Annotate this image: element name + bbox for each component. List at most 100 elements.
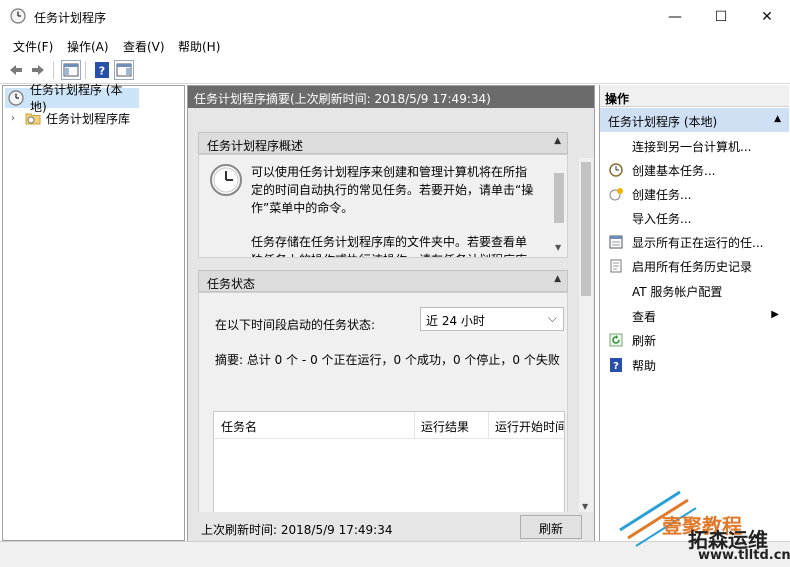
- refresh-button[interactable]: 刷新: [520, 515, 582, 539]
- menu-help[interactable]: 帮助(H): [178, 38, 220, 55]
- console-tree: 任务计划程序 (本地) › 任务计划程序库: [2, 83, 185, 541]
- menu-file[interactable]: 文件(F): [13, 38, 53, 55]
- overview-section-body: 可以使用任务计划程序来创建和管理计算机将在所指定的时间自动执行的常见任务。若要开…: [198, 154, 568, 258]
- status-period-label: 在以下时间段启动的任务状态:: [215, 318, 376, 332]
- actions-group-header[interactable]: 任务计划程序 (本地) ▲: [600, 108, 789, 132]
- clock-icon: [8, 90, 24, 106]
- status-period-value: 近 24 小时: [426, 314, 485, 328]
- summary-footer: 上次刷新时间: 2018/5/9 17:49:34 刷新: [188, 512, 594, 542]
- forward-button[interactable]: [28, 60, 48, 80]
- show-action-pane-button[interactable]: [114, 60, 134, 80]
- forward-arrow-icon: [32, 65, 44, 75]
- title-bar: 任务计划程序 — ☐ ✕: [0, 0, 790, 34]
- maximize-button[interactable]: ☐: [698, 0, 744, 33]
- action-label: 刷新: [632, 333, 657, 348]
- action-connect-computer[interactable]: 连接到另一台计算机...: [600, 134, 789, 158]
- running-tasks-icon: [608, 234, 624, 250]
- collapse-up-icon[interactable]: ▲: [774, 114, 781, 124]
- create-task-icon: [608, 186, 624, 202]
- action-view[interactable]: 查看 ▶: [600, 304, 789, 328]
- window-title: 任务计划程序: [34, 11, 107, 25]
- tree-item-root[interactable]: 任务计划程序 (本地): [5, 83, 139, 114]
- actions-group-label: 任务计划程序 (本地): [608, 115, 718, 129]
- maximize-icon: ☐: [714, 8, 728, 25]
- action-create-basic-task[interactable]: 创建基本任务...: [600, 158, 789, 182]
- help-toolbar-button[interactable]: ?: [92, 60, 112, 80]
- action-help[interactable]: ? 帮助: [600, 353, 789, 377]
- column-divider: [488, 412, 489, 438]
- action-import-task[interactable]: 导入任务...: [600, 206, 789, 230]
- summary-scroll-thumb[interactable]: [581, 162, 591, 296]
- minimize-button[interactable]: —: [652, 0, 698, 33]
- close-icon: ✕: [761, 8, 773, 25]
- task-status-table: 任务名 运行结果 运行开始时间: [213, 411, 565, 519]
- tree-item-library[interactable]: › 任务计划程序库: [5, 108, 130, 128]
- close-button[interactable]: ✕: [744, 0, 790, 33]
- action-create-task[interactable]: 创建任务...: [600, 182, 789, 206]
- action-label: 导入任务...: [632, 211, 692, 226]
- menu-view[interactable]: 查看(V): [123, 38, 165, 55]
- column-divider: [414, 412, 415, 438]
- console-tree-icon: [63, 63, 79, 77]
- overview-paragraph-2: 任务存储在任务计划程序库的文件夹中。若要查看单独任务上的操作或执行该操作，请在任…: [251, 235, 528, 257]
- summary-scrollbar[interactable]: ▼: [579, 158, 593, 516]
- overview-scrollbar[interactable]: ▼: [551, 155, 567, 257]
- watermark: 壹聚教程 拓森运维 www.tlltd.cn: [610, 490, 790, 567]
- back-arrow-icon: [10, 65, 22, 75]
- overview-section-title: 任务计划程序概述: [207, 139, 304, 153]
- overview-paragraph-1: 可以使用任务计划程序来创建和管理计算机将在所指定的时间自动执行的常见任务。若要开…: [251, 165, 534, 215]
- svg-text:?: ?: [613, 361, 619, 372]
- status-section-title: 任务状态: [207, 277, 256, 291]
- toolbar: ?: [0, 56, 790, 84]
- action-refresh[interactable]: 刷新: [600, 328, 789, 352]
- chevron-right-icon[interactable]: ›: [11, 113, 25, 124]
- folder-clock-icon: [25, 113, 41, 125]
- status-period-dropdown[interactable]: 近 24 小时 ⌵: [420, 307, 564, 331]
- last-refresh-text: 上次刷新时间: 2018/5/9 17:49:34: [201, 523, 393, 537]
- toolbar-separator: [85, 61, 86, 79]
- actions-title: 操作: [600, 85, 789, 107]
- action-enable-history[interactable]: 启用所有任务历史记录: [600, 254, 789, 278]
- overview-scroll-thumb[interactable]: [554, 173, 564, 223]
- watermark-url: www.tlltd.cn: [698, 548, 790, 563]
- actions-pane: 操作 任务计划程序 (本地) ▲ 连接到另一台计算机... 创建基本任务... …: [599, 85, 789, 541]
- action-label: 查看: [632, 309, 657, 324]
- action-pane-icon: [116, 63, 132, 77]
- action-label: 帮助: [632, 358, 657, 373]
- collapse-up-icon[interactable]: ▲: [554, 274, 561, 284]
- help-icon: ?: [95, 62, 109, 78]
- tree-item-library-label: 任务计划程序库: [46, 111, 131, 126]
- summary-header: 任务计划程序摘要(上次刷新时间: 2018/5/9 17:49:34): [188, 86, 594, 108]
- summary-body: 任务计划程序概述 ▲ 可以使用任务计划程序来创建和管理计算机将在所指定的时间自动…: [188, 108, 594, 542]
- action-label: 创建任务...: [632, 187, 692, 202]
- submenu-arrow-icon: ▶: [771, 309, 779, 320]
- collapse-up-icon[interactable]: ▲: [554, 136, 561, 146]
- basic-task-icon: [608, 162, 624, 178]
- overview-section-header[interactable]: 任务计划程序概述 ▲: [198, 132, 568, 154]
- history-icon: [608, 258, 624, 274]
- scroll-down-icon[interactable]: ▼: [555, 243, 561, 252]
- svg-text:?: ?: [99, 65, 105, 78]
- action-label: 连接到另一台计算机...: [632, 139, 752, 154]
- menu-bar: 文件(F) 操作(A) 查看(V) 帮助(H): [0, 34, 790, 56]
- help-icon: ?: [608, 357, 624, 373]
- large-clock-icon: [210, 164, 242, 196]
- status-section-header[interactable]: 任务状态 ▲: [198, 270, 568, 292]
- action-label: 显示所有正在运行的任...: [632, 235, 764, 250]
- status-summary: 摘要: 总计 0 个 - 0 个正在运行，0 个成功，0 个停止，0 个失败: [215, 353, 560, 367]
- column-run-result[interactable]: 运行结果: [421, 418, 469, 435]
- menu-action[interactable]: 操作(A): [67, 38, 109, 55]
- action-label: AT 服务帐户配置: [632, 284, 723, 299]
- refresh-icon: [608, 332, 624, 348]
- toolbar-separator: [53, 61, 54, 79]
- column-run-start[interactable]: 运行开始时间: [495, 418, 564, 435]
- status-section-body: 在以下时间段启动的任务状态: 近 24 小时 ⌵ 摘要: 总计 0 个 - 0 …: [198, 292, 568, 519]
- action-at-service-config[interactable]: AT 服务帐户配置: [600, 279, 789, 303]
- column-task-name[interactable]: 任务名: [221, 418, 257, 435]
- table-header: 任务名 运行结果 运行开始时间: [214, 412, 564, 439]
- action-show-running[interactable]: 显示所有正在运行的任...: [600, 230, 789, 254]
- back-button[interactable]: [6, 60, 26, 80]
- scroll-down-icon[interactable]: ▼: [582, 502, 588, 511]
- show-console-tree-button[interactable]: [61, 60, 81, 80]
- action-label: 启用所有任务历史记录: [632, 259, 753, 274]
